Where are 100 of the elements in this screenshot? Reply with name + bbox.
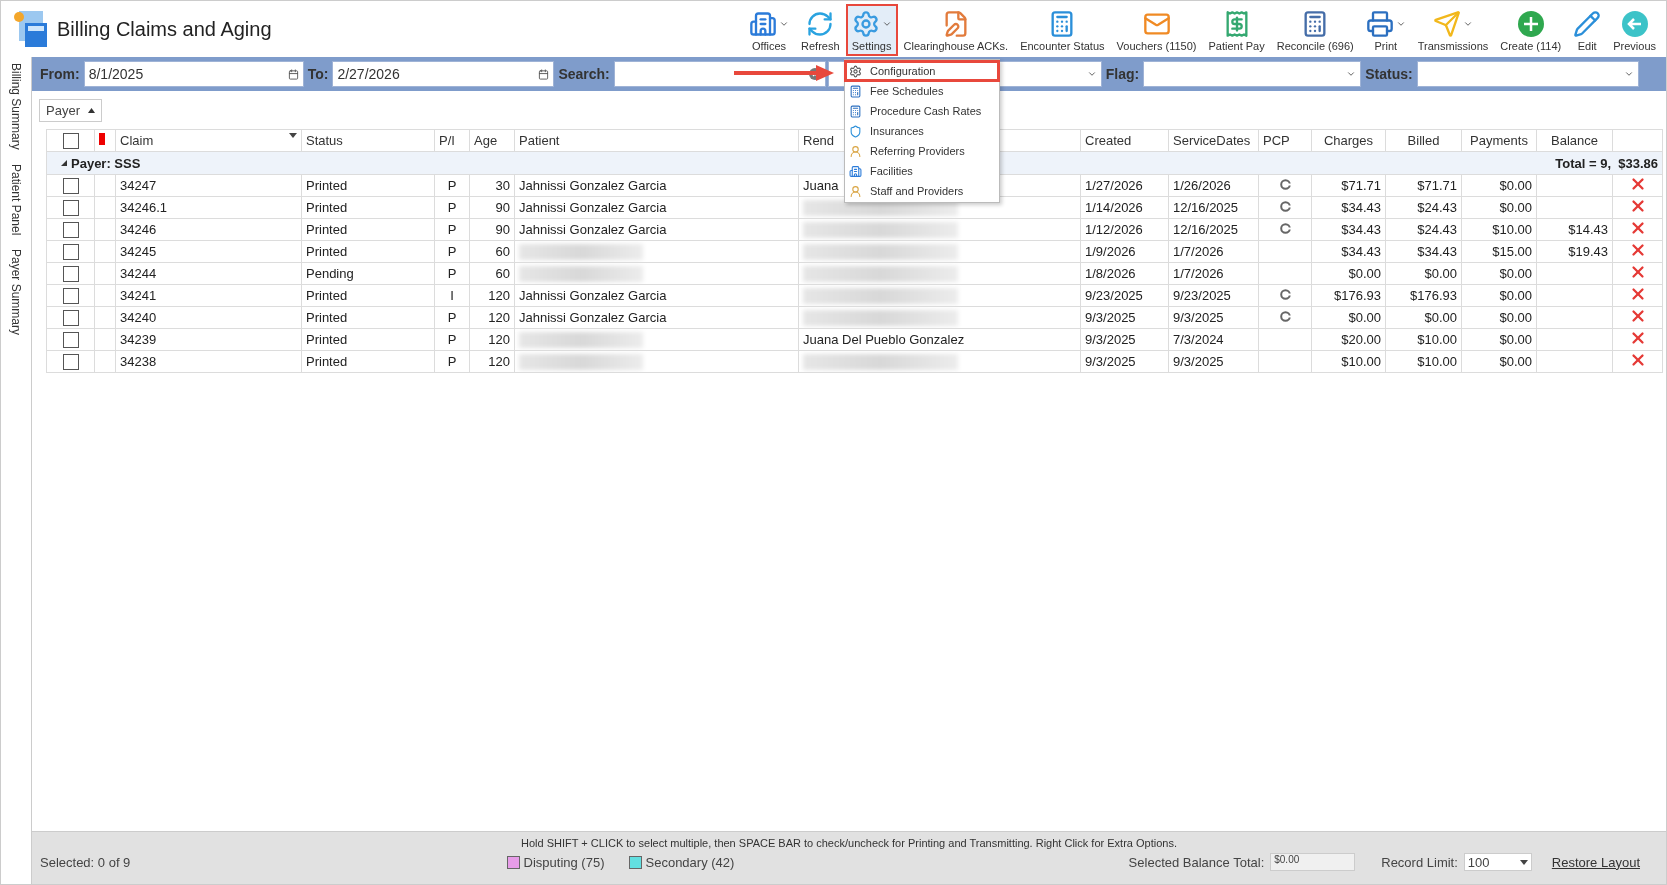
row-checkbox[interactable] (62, 309, 79, 326)
from-label: From: (39, 66, 81, 82)
toolbar-button[interactable]: Offices (743, 4, 796, 56)
date-field[interactable]: 2/27/2026 (332, 61, 555, 87)
toolbar-button[interactable]: Print (1359, 4, 1412, 56)
expander-icon[interactable] (61, 160, 67, 166)
row-checkbox[interactable] (62, 265, 79, 282)
table-cell: Jahnissi Gonzalez Garcia (514, 218, 799, 241)
toolbar-button[interactable]: Previous (1607, 4, 1662, 56)
table-cell: 90 (469, 218, 515, 241)
menu-item[interactable]: Fee Schedules (845, 81, 999, 101)
row-checkbox[interactable] (62, 353, 79, 370)
table-cell: 120 (469, 350, 515, 373)
selected-count: Selected: 0 of 9 (40, 854, 131, 870)
toolbar-button[interactable]: Transmissions (1411, 4, 1495, 56)
column-header[interactable]: Claim (120, 133, 154, 148)
table-cell: P (434, 306, 470, 329)
table-cell: 12/16/2025 (1168, 196, 1259, 219)
toolbar-button[interactable]: Patient Pay (1202, 4, 1271, 56)
table-cell: $34.43 (1311, 240, 1386, 263)
table-cell: 1/14/2026 (1080, 196, 1169, 219)
toolbar-button[interactable]: Settings (845, 4, 898, 56)
table-cell: 34247 (115, 174, 302, 197)
table-cell: P (434, 196, 470, 219)
date-field[interactable]: 8/1/2025 (83, 61, 304, 87)
table-cell: $10.00 (1461, 218, 1537, 241)
table-cell: 7/3/2024 (1168, 328, 1259, 351)
table-cell: $176.93 (1311, 284, 1386, 307)
toolbar-button[interactable]: Clearinghouse ACKs. (897, 4, 1015, 56)
printer-icon (1365, 10, 1394, 38)
table-cell: $0.00 (1461, 350, 1537, 373)
table-cell: Jahnissi Gonzalez Garcia (514, 306, 799, 329)
menu-item[interactable]: Configuration (845, 61, 999, 81)
table-cell: 120 (469, 284, 515, 307)
table-cell: P (434, 350, 470, 373)
sort-up-icon (87, 107, 95, 113)
calendar-icon (538, 68, 550, 80)
menu-item[interactable]: Insurances (845, 121, 999, 141)
table-cell: 1/26/2026 (1168, 174, 1259, 197)
column-header[interactable]: Rend (803, 133, 835, 148)
menu-item[interactable]: Procedure Cash Rates (845, 101, 999, 121)
table-cell: 1/27/2026 (1080, 174, 1169, 197)
side-tab[interactable]: Payer Summary (9, 249, 23, 336)
table-cell: $24.43 (1385, 218, 1462, 241)
hint-text: Hold SHIFT + CLICK to select multiple, then SPACE BAR to check/uncheck for Printing and Transmitting. Right Click for Extra Options. (520, 836, 1178, 849)
menu-item[interactable]: Referring Providers (845, 141, 999, 161)
table-cell: Printed (301, 218, 435, 241)
row-checkbox[interactable] (62, 243, 79, 260)
table-cell: $34.43 (1311, 196, 1386, 219)
table-cell: $10.00 (1385, 350, 1462, 373)
row-checkbox[interactable] (62, 199, 79, 216)
table-cell: 9/3/2025 (1080, 350, 1169, 373)
table-cell: 34240 (115, 306, 302, 329)
table-cell: $24.43 (1385, 196, 1462, 219)
table-cell: Jahnissi Gonzalez Garcia (514, 174, 799, 197)
toolbar-button[interactable]: Edit (1567, 4, 1608, 56)
table-cell: $34.43 (1385, 240, 1462, 263)
column-header[interactable]: Status (306, 133, 343, 148)
table-cell: 1/7/2026 (1168, 262, 1259, 285)
record-limit-dropdown[interactable]: 100 (1463, 853, 1532, 871)
toolbar-button[interactable]: Reconcile (696) (1270, 4, 1360, 56)
restore-layout-link[interactable]: Restore Layout (1551, 854, 1640, 870)
row-checkbox[interactable] (62, 331, 79, 348)
select-all-checkbox[interactable] (62, 132, 79, 149)
table-cell: Jahnissi Gonzalez Garcia (514, 284, 799, 307)
menu-item[interactable]: Facilities (845, 161, 999, 181)
shield-icon (849, 124, 862, 138)
balance-field[interactable]: $0.00 (1270, 853, 1356, 871)
gear-icon (849, 64, 862, 78)
column-header[interactable]: Patient (519, 133, 560, 148)
table-cell: $0.00 (1385, 306, 1462, 329)
search-field[interactable] (613, 61, 826, 87)
table-cell: $0.00 (1461, 306, 1537, 329)
group-total: Total = 9, $33.86 (1555, 155, 1658, 171)
toolbar-button[interactable]: Vouchers (1150) (1110, 4, 1203, 56)
table-cell: 9/3/2025 (1080, 306, 1169, 329)
group-chip[interactable]: Payer (39, 98, 102, 122)
table-cell: 60 (469, 240, 515, 263)
table-cell: $10.00 (1311, 350, 1386, 373)
toolbar-button[interactable]: Create (114) (1494, 4, 1568, 56)
row-checkbox[interactable] (62, 177, 79, 194)
building-icon (849, 164, 862, 178)
caret-icon (289, 133, 297, 138)
flag-label: Flag: (1104, 66, 1141, 82)
table-cell: 1/8/2026 (1080, 262, 1169, 285)
table-cell: 9/3/2025 (1168, 350, 1259, 373)
table-cell: $0.00 (1311, 262, 1386, 285)
table-cell: $10.00 (1385, 328, 1462, 351)
table-cell: 1/12/2026 (1080, 218, 1169, 241)
person-icon (849, 184, 862, 198)
table-cell: 34239 (115, 328, 302, 351)
side-tab[interactable]: Billing Summary (9, 63, 23, 150)
toolbar-button[interactable]: Refresh (795, 4, 846, 56)
menu-item[interactable]: Staff and Providers (845, 181, 999, 201)
table-cell: Printed (301, 328, 435, 351)
toolbar-button[interactable]: Encounter Status (1014, 4, 1111, 56)
group-label: Payer: SSS (71, 155, 141, 171)
side-tab[interactable]: Patient Panel (9, 163, 23, 236)
row-checkbox[interactable] (62, 221, 79, 238)
row-checkbox[interactable] (62, 287, 79, 304)
